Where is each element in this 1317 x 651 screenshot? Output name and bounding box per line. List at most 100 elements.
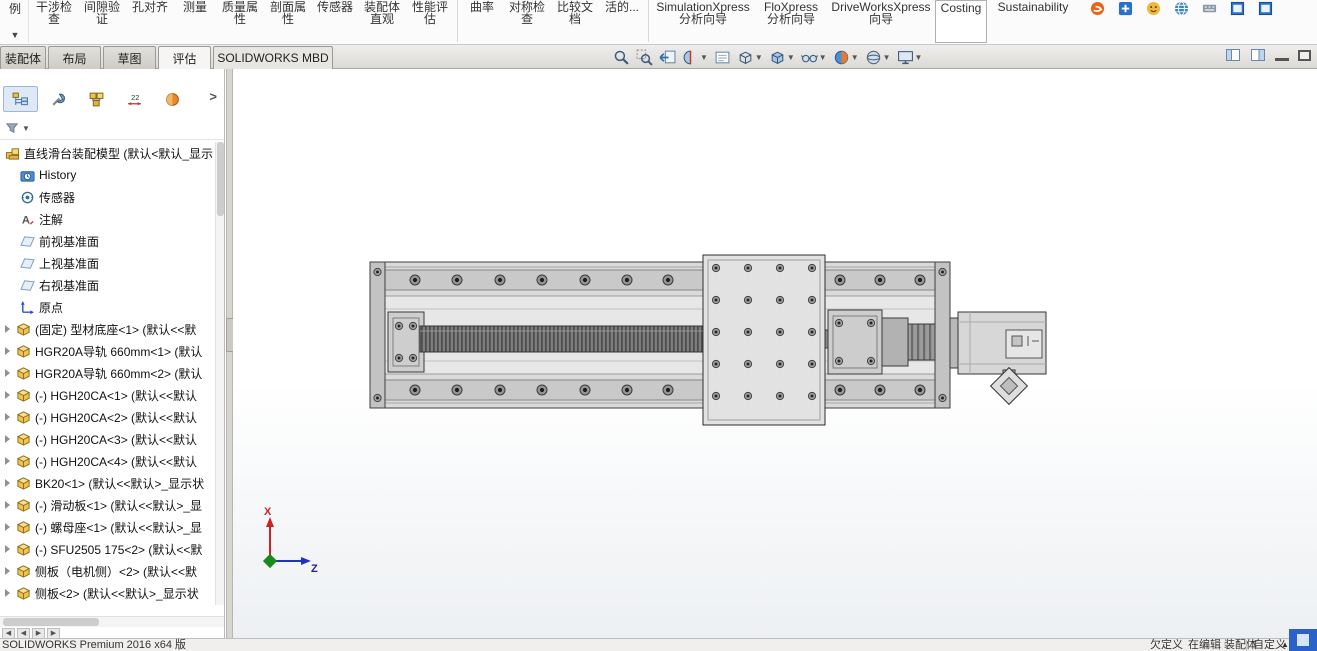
graphics-viewport[interactable]: X Z [233, 69, 1317, 638]
expand-arrow-icon[interactable] [5, 435, 10, 443]
tree-item-component[interactable]: 侧板（电机侧）<2> (默认<<默 [0, 560, 215, 582]
end-plate-right[interactable] [935, 262, 950, 408]
tab-assembly[interactable]: 装配体 [0, 46, 46, 69]
assembly-visualization-button[interactable]: 装配体直观 [359, 0, 405, 43]
window-icon[interactable] [1258, 1, 1273, 16]
window-icon[interactable] [1230, 1, 1245, 16]
bearing-support-left[interactable] [388, 312, 424, 372]
floxpress-button[interactable]: FloXpress分析向导 [755, 0, 827, 43]
tree-item-component[interactable]: (-) 滑动板<1> (默认<<默认>_显 [0, 494, 215, 516]
tab-layout[interactable]: 布局 [48, 46, 101, 69]
tree-item-plane-top[interactable]: 上视基准面 [0, 252, 215, 274]
ribbon-overflow-button[interactable]: 例 ▼ [2, 0, 28, 40]
tree-item-history[interactable]: History [0, 164, 215, 186]
tab-solidworks-mbd[interactable]: SOLIDWORKS MBD [213, 46, 333, 69]
tree-item-component[interactable]: HGR20A导轨 660mm<2> (默认 [0, 362, 215, 384]
edit-appearance-button[interactable]: ▼ [830, 46, 862, 68]
tree-item-component[interactable]: (-) HGH20CA<3> (默认<<默认 [0, 428, 215, 450]
keyboard-icon[interactable] [1202, 1, 1217, 16]
apply-scene-button[interactable]: ▼ [862, 46, 894, 68]
expand-arrow-icon[interactable] [5, 567, 10, 575]
sustainability-button[interactable]: Sustainability [989, 0, 1077, 43]
tree-item-component[interactable]: (-) HGH20CA<2> (默认<<默认 [0, 406, 215, 428]
zoom-to-area-button[interactable] [633, 46, 656, 68]
hide-show-items-button[interactable]: ▼ [798, 46, 830, 68]
sensors-button[interactable]: 传感器 [313, 0, 357, 43]
active-docs-button[interactable]: 活的... [600, 0, 644, 43]
minimize-icon[interactable] [1275, 49, 1289, 61]
graphics-area[interactable]: X Z [233, 69, 1317, 638]
featuremanager-tree-tab[interactable] [3, 86, 38, 112]
costing-button[interactable]: Costing [935, 0, 987, 43]
face-icon[interactable] [1146, 1, 1161, 16]
expand-arrow-icon[interactable] [5, 413, 10, 421]
tree-item-root[interactable]: 直线滑台装配模型 (默认<默认_显示 [0, 142, 215, 164]
motor[interactable] [950, 312, 1046, 374]
panel-splitter[interactable] [226, 69, 233, 638]
scrollbar-thumb[interactable] [3, 618, 99, 626]
section-properties-button[interactable]: 剖面属性 [265, 0, 311, 43]
expand-arrow-icon[interactable] [5, 347, 10, 355]
expand-arrow-icon[interactable] [5, 501, 10, 509]
zoom-to-fit-button[interactable] [610, 46, 633, 68]
tree-item-component[interactable]: (固定) 型材底座<1> (默认<<默 [0, 318, 215, 340]
hole-alignment-button[interactable]: 孔对齐 [127, 0, 173, 43]
expand-arrow-icon[interactable] [5, 545, 10, 553]
dimxpertmanager-tab[interactable] [117, 86, 152, 112]
mass-properties-button[interactable]: 质量属性 [217, 0, 263, 43]
symmetry-check-button[interactable]: 对称检查 [504, 0, 550, 43]
tree-item-component[interactable]: 侧板<2> (默认<<默认>_显示状 [0, 582, 215, 604]
curvature-button[interactable]: 曲率 [462, 0, 502, 43]
expand-arrow-icon[interactable] [5, 479, 10, 487]
view-orientation-button[interactable]: ▼ [734, 46, 766, 68]
tree-filter-bar[interactable]: ▼ [0, 118, 224, 140]
carriage-plate[interactable] [703, 255, 825, 425]
restore-icon[interactable] [1298, 50, 1311, 61]
tree-item-component[interactable]: (-) HGH20CA<1> (默认<<默认 [0, 384, 215, 406]
brand-icon[interactable] [1090, 1, 1105, 16]
display-style-button[interactable]: ▼ [766, 46, 798, 68]
tree-item-component[interactable]: BK20<1> (默认<<默认>_显示状 [0, 472, 215, 494]
interference-check-button[interactable]: 干涉检查 [31, 0, 77, 43]
pane-left-icon[interactable] [1225, 47, 1241, 63]
tree-item-component[interactable]: HGR20A导轨 660mm<1> (默认 [0, 340, 215, 362]
tree-item-component[interactable]: (-) 螺母座<1> (默认<<默认>_显 [0, 516, 215, 538]
tree-item-component[interactable]: (-) HGH20CA<4> (默认<<默认 [0, 450, 215, 472]
clearance-verify-button[interactable]: 间隙验证 [79, 0, 125, 43]
expand-arrow-icon[interactable] [5, 457, 10, 465]
driveworksxpress-button[interactable]: DriveWorksXpress向导 [829, 0, 933, 43]
plus-icon[interactable] [1118, 1, 1133, 16]
globe-icon[interactable] [1174, 1, 1189, 16]
tree-item-plane-right[interactable]: 右视基准面 [0, 274, 215, 296]
simulationxpress-button[interactable]: SimulationXpress分析向导 [653, 0, 753, 43]
expand-arrow-icon[interactable] [5, 391, 10, 399]
tree-item-origin[interactable]: 原点 [0, 296, 215, 318]
coupling[interactable] [882, 318, 935, 366]
pane-right-icon[interactable] [1250, 47, 1266, 63]
configurationmanager-tab[interactable] [79, 86, 114, 112]
expand-arrow-icon[interactable] [5, 325, 10, 333]
bearing-block-right[interactable] [828, 310, 882, 374]
tree-item-annotations[interactable]: 注解 [0, 208, 215, 230]
expand-arrow-icon[interactable] [5, 589, 10, 597]
compare-documents-button[interactable]: 比较文档 [552, 0, 598, 43]
tree-item-sensors[interactable]: 传感器 [0, 186, 215, 208]
tab-evaluate[interactable]: 评估 [158, 46, 211, 69]
tree-item-component[interactable]: (-) SFU2505 175<2> (默认<<默 [0, 538, 215, 560]
panel-expand-chevron-icon[interactable]: > [209, 89, 217, 104]
previous-view-button[interactable] [656, 46, 679, 68]
propertymanager-tab[interactable] [41, 86, 76, 112]
end-plate-left[interactable] [370, 262, 385, 408]
expand-arrow-icon[interactable] [5, 523, 10, 531]
performance-evaluation-button[interactable]: 性能评估 [407, 0, 453, 43]
section-view-button[interactable]: ▼ [679, 46, 711, 68]
tree-item-plane-front[interactable]: 前视基准面 [0, 230, 215, 252]
expand-arrow-icon[interactable] [5, 369, 10, 377]
measure-button[interactable]: 测量 [175, 0, 215, 43]
plane-icon [20, 234, 35, 249]
scrollbar-thumb[interactable] [217, 142, 224, 216]
tab-sketch[interactable]: 草图 [103, 46, 156, 69]
dynamic-annotation-views-button[interactable] [711, 46, 734, 68]
view-settings-button[interactable]: ▼ [894, 46, 926, 68]
displaymanager-tab[interactable] [155, 86, 190, 112]
